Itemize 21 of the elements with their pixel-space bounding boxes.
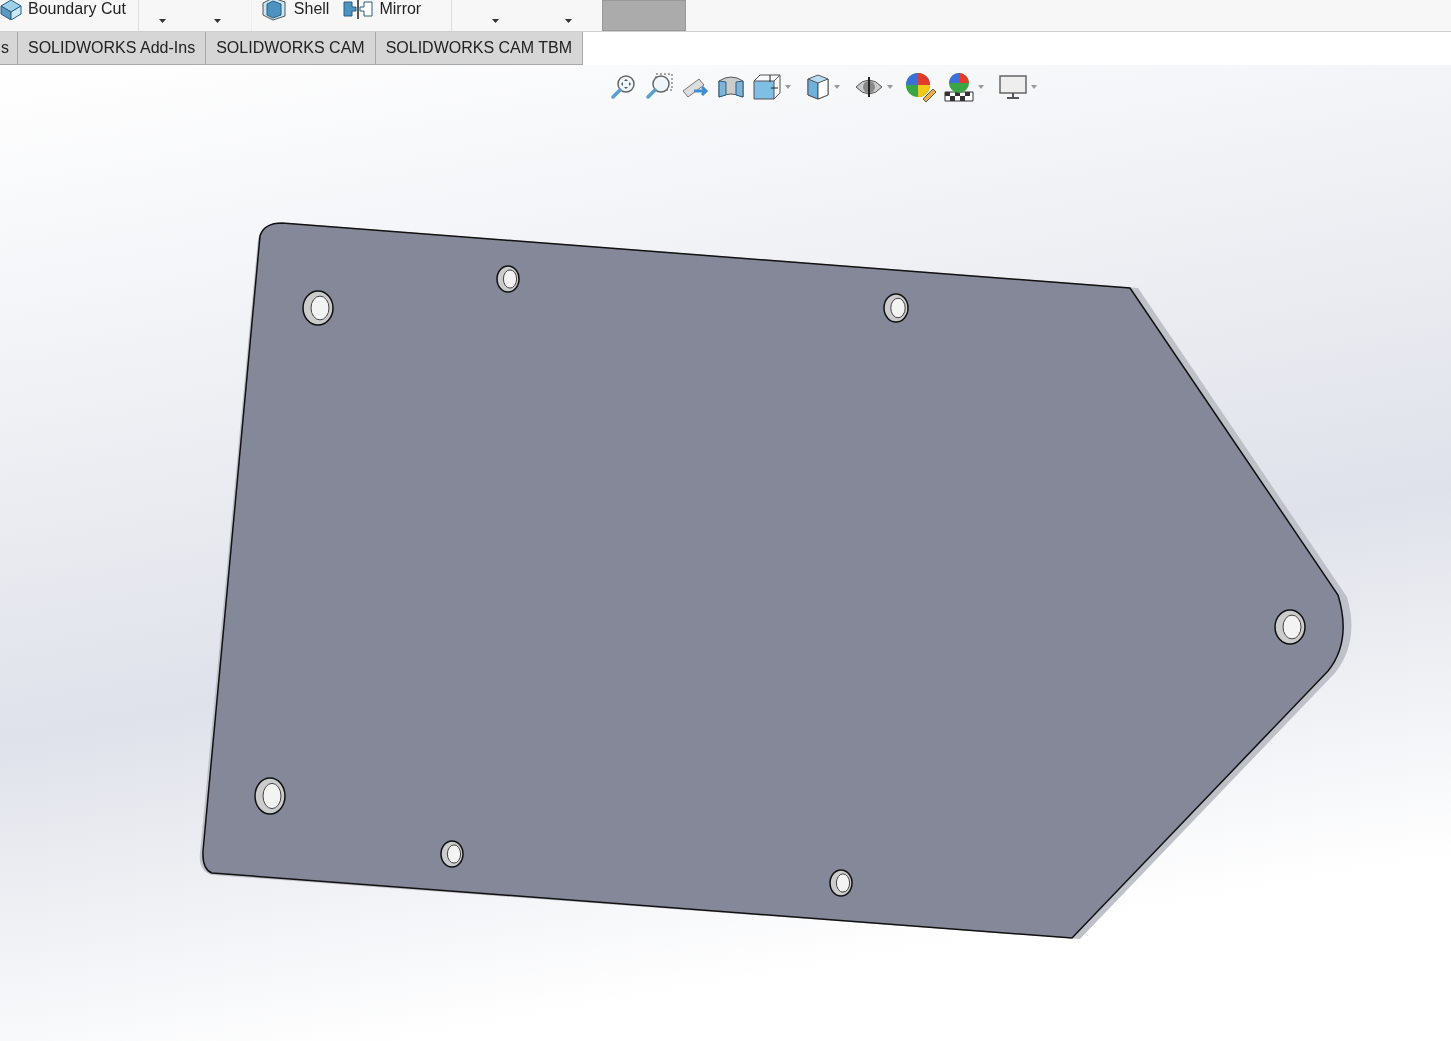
caret-icon[interactable] <box>565 18 573 23</box>
caret-icon[interactable] <box>492 18 500 23</box>
mirror-button[interactable]: Mirror <box>343 0 422 24</box>
zoom-area-icon[interactable] <box>644 73 674 101</box>
view-orientation-icon[interactable] <box>752 73 782 101</box>
caret-icon[interactable] <box>213 18 221 23</box>
caret-icon[interactable] <box>158 18 166 23</box>
shell-button[interactable]: Shell <box>259 0 330 24</box>
scene-icon[interactable] <box>943 72 975 102</box>
ribbon-tab[interactable]: s <box>0 32 18 65</box>
section-view-icon[interactable] <box>716 73 746 101</box>
ribbon-tab[interactable]: SOLIDWORKS Add-Ins <box>18 32 207 65</box>
cut-feature-icon <box>0 0 22 20</box>
eye-icon[interactable] <box>854 75 884 99</box>
boundary-cut-button[interactable]: Boundary Cut <box>0 0 134 24</box>
zoom-to-fit-icon[interactable] <box>610 73 638 101</box>
ribbon-tab[interactable]: SOLIDWORKS CAM <box>206 32 376 65</box>
monitor-icon[interactable] <box>998 74 1028 100</box>
ribbon-tab[interactable]: SOLIDWORKS CAM TBM <box>375 32 584 65</box>
appearance-pencil-icon[interactable] <box>905 72 937 102</box>
shell-cube-icon <box>259 0 288 21</box>
